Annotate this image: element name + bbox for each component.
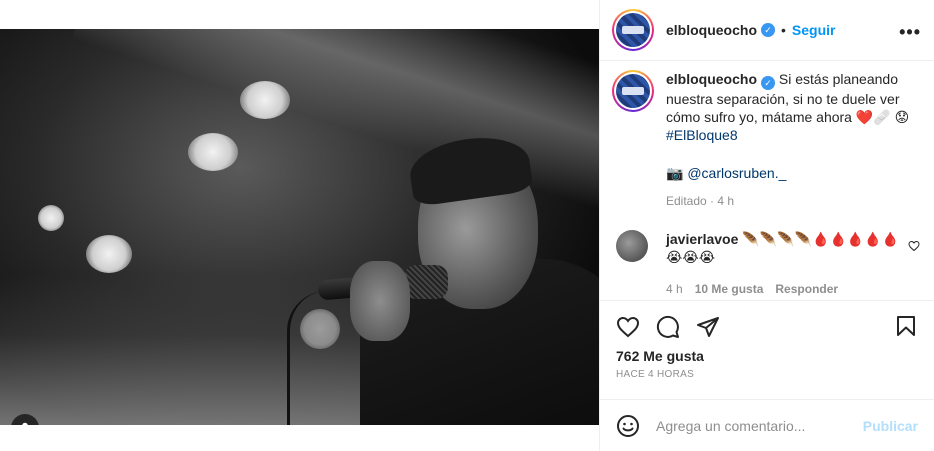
comment-text: 🪶🪶🪶🪶🩸🩸🩸🩸🩸	[742, 231, 900, 247]
comment-likes[interactable]: 10 Me gusta	[695, 280, 764, 298]
edited-separator: ·	[710, 194, 715, 208]
caption-meta: Editado · 4 h	[666, 192, 916, 210]
comment-text-line2: 😭😭😭	[666, 249, 716, 265]
post-timestamp[interactable]: Hace 4 horas	[616, 369, 694, 380]
comment-icon[interactable]	[656, 315, 680, 339]
mention-link[interactable]: @carlosruben._	[687, 165, 786, 181]
comment-like-glyph	[908, 240, 920, 252]
hashtag-link[interactable]: #ElBloque8	[666, 127, 738, 143]
action-bar	[616, 314, 920, 340]
bokeh-light	[86, 235, 132, 273]
actions-divider	[600, 300, 934, 301]
caption: elbloqueocho ✓ Si estás planeando nuestra…	[612, 70, 924, 210]
bokeh-light	[38, 205, 64, 231]
bokeh-light	[188, 133, 238, 171]
camera-icon: 📷	[666, 165, 684, 181]
caption-username[interactable]: elbloqueocho	[666, 71, 757, 87]
caption-avatar[interactable]	[612, 70, 654, 112]
comment-content: javierlavoe 🪶🪶🪶🪶🩸🩸🩸🩸🩸	[666, 230, 906, 248]
caption-body: elbloqueocho ✓ Si estás planeando nuestra…	[666, 70, 916, 144]
likes-count[interactable]: 762 Me gusta	[616, 348, 704, 364]
header-username[interactable]: elbloqueocho	[666, 22, 757, 38]
post-side-panel: elbloqueocho ✓ • Seguir ••• elbloqueocho…	[599, 0, 934, 451]
edited-label: Editado	[666, 194, 707, 208]
caption-credit: 📷 @carlosruben._	[666, 164, 916, 182]
commenter-avatar[interactable]	[616, 230, 648, 262]
more-options-icon[interactable]: •••	[899, 22, 921, 43]
instagram-post-page: elbloqueocho ✓ • Seguir ••• elbloqueocho…	[0, 0, 934, 451]
heart-glyph	[616, 316, 640, 338]
mic-cable	[287, 291, 327, 425]
avatar-image	[616, 13, 650, 47]
bokeh-light	[240, 81, 290, 119]
emoji-glyph	[617, 414, 639, 437]
send-glyph	[697, 317, 719, 337]
edited-time: 4 h	[717, 194, 735, 208]
comment-time[interactable]: 4 h	[666, 280, 683, 298]
comment-item: javierlavoe 🪶🪶🪶🪶🩸🩸🩸🩸🩸 😭😭😭 4 h 10 Me gust…	[616, 230, 928, 298]
avatar[interactable]	[612, 9, 654, 51]
avatar-border	[614, 11, 652, 49]
header-user-row: elbloqueocho ✓ • Seguir	[666, 22, 835, 38]
comment-like-icon[interactable]	[908, 240, 920, 255]
post-header: elbloqueocho ✓ • Seguir •••	[600, 0, 934, 61]
bookmark-glyph	[897, 316, 915, 336]
media-top-spacer	[0, 0, 599, 29]
media-bottom-spacer	[0, 425, 599, 451]
comment-meta: 4 h 10 Me gusta Responder	[666, 280, 906, 298]
reply-button[interactable]: Responder	[775, 280, 838, 298]
comment-input[interactable]	[656, 417, 856, 434]
microphone-grille	[404, 265, 448, 299]
verified-badge-icon: ✓	[761, 76, 775, 90]
caption-text-block: elbloqueocho ✓ Si estás planeando nuestra…	[666, 70, 916, 210]
comment-glyph	[656, 315, 679, 338]
heart-icon[interactable]	[616, 315, 640, 339]
singer-hand	[350, 261, 410, 341]
post-photo[interactable]	[0, 29, 599, 425]
send-icon[interactable]	[696, 315, 720, 339]
emoji-icon[interactable]	[616, 414, 640, 438]
publish-button[interactable]: Publicar	[863, 418, 918, 434]
comment-body: javierlavoe 🪶🪶🪶🪶🩸🩸🩸🩸🩸 😭😭😭 4 h 10 Me gust…	[666, 230, 906, 298]
caption-emoji: 😟	[894, 109, 910, 125]
verified-badge-icon: ✓	[761, 23, 775, 37]
commenter-username[interactable]: javierlavoe	[666, 231, 738, 247]
caption-avatar-image	[616, 74, 650, 108]
bookmark-icon[interactable]	[894, 314, 918, 338]
header-separator: •	[781, 22, 786, 38]
caption-avatar-border	[614, 72, 652, 110]
follow-button[interactable]: Seguir	[792, 22, 836, 38]
